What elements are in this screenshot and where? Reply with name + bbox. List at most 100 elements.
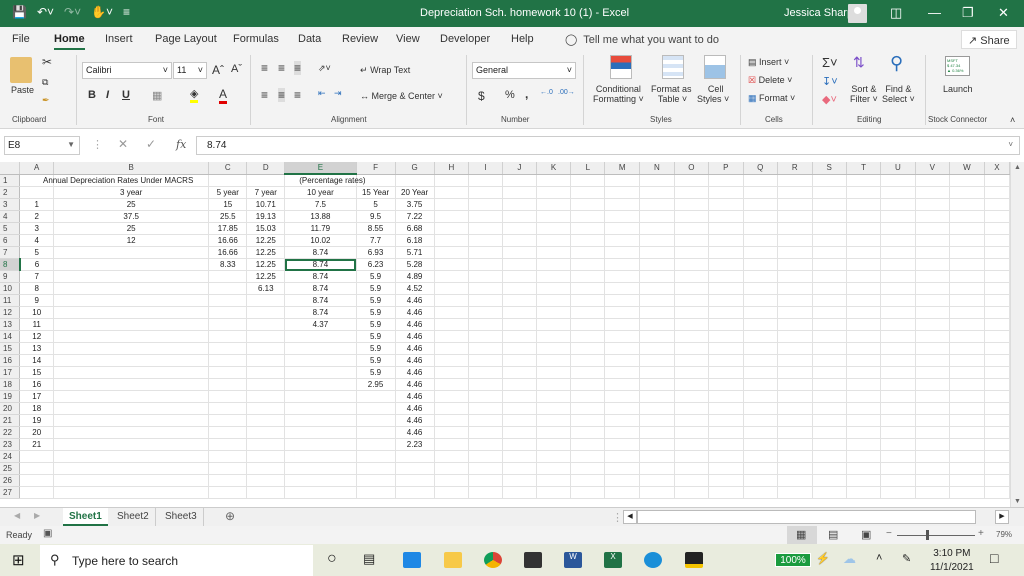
normal-view-button[interactable]: ▦	[787, 526, 817, 544]
cell-m7[interactable]	[604, 246, 641, 259]
cell-r24[interactable]	[777, 450, 813, 463]
cell-i4[interactable]	[468, 210, 503, 223]
cell-c17[interactable]	[208, 366, 248, 379]
cell-d8[interactable]: 12.25	[246, 258, 286, 271]
cell-p4[interactable]	[708, 210, 744, 223]
cell-k25[interactable]	[536, 462, 572, 475]
cell-x8[interactable]	[984, 258, 1010, 271]
cell-p6[interactable]	[708, 234, 744, 247]
cell-i22[interactable]	[468, 426, 503, 439]
cell-e4[interactable]: 13.88	[284, 210, 357, 223]
cell-b13[interactable]	[53, 318, 210, 331]
cell-t17[interactable]	[846, 366, 882, 379]
cell-q11[interactable]	[743, 294, 779, 307]
paste-button[interactable]	[10, 57, 32, 83]
cell-l21[interactable]	[570, 414, 606, 427]
cell-x11[interactable]	[984, 294, 1010, 307]
cell-v27[interactable]	[915, 486, 951, 499]
cell-a20[interactable]: 18	[19, 402, 54, 415]
cell-i13[interactable]	[468, 318, 503, 331]
cell-d15[interactable]	[246, 342, 286, 355]
system-clock[interactable]: 3:10 PM 11/1/2021	[930, 547, 974, 575]
row-header[interactable]: 24	[0, 450, 21, 463]
format-cells-button[interactable]: ▦ Format ˅	[748, 93, 795, 104]
cell-g3[interactable]: 3.75	[395, 198, 435, 211]
cell-m22[interactable]	[604, 426, 641, 439]
column-header-d[interactable]: D	[246, 162, 286, 175]
cell-v9[interactable]	[915, 270, 951, 283]
cell-b25[interactable]	[53, 462, 210, 475]
cell-s1[interactable]	[812, 174, 847, 187]
cell-j12[interactable]	[502, 306, 537, 319]
cell-f4[interactable]: 9.5	[356, 210, 396, 223]
cell-p25[interactable]	[708, 462, 744, 475]
cell-k8[interactable]	[536, 258, 572, 271]
cell-w26[interactable]	[949, 474, 985, 487]
cell-e8[interactable]: 8.74	[284, 258, 357, 271]
cell-g24[interactable]	[395, 450, 435, 463]
cell-o22[interactable]	[674, 426, 710, 439]
decrease-indent-icon[interactable]: ⇤	[318, 88, 326, 99]
cell-n3[interactable]	[639, 198, 675, 211]
fill-color-icon[interactable]: ◈	[190, 87, 199, 103]
cell-k16[interactable]	[536, 354, 572, 367]
cell-i9[interactable]	[468, 270, 503, 283]
cell-s10[interactable]	[812, 282, 847, 295]
cell-n12[interactable]	[639, 306, 675, 319]
cell-p5[interactable]	[708, 222, 744, 235]
cell-x7[interactable]	[984, 246, 1010, 259]
cell-m2[interactable]	[604, 186, 641, 199]
tab-insert[interactable]: Insert	[105, 33, 133, 45]
cell-p24[interactable]	[708, 450, 744, 463]
redo-icon[interactable]: ↷˅	[64, 5, 81, 19]
cell-h5[interactable]	[434, 222, 470, 235]
cell-j5[interactable]	[502, 222, 537, 235]
cell-k22[interactable]	[536, 426, 572, 439]
cell-t22[interactable]	[846, 426, 882, 439]
cell-s18[interactable]	[812, 378, 847, 391]
cell-t15[interactable]	[846, 342, 882, 355]
cell-a27[interactable]	[19, 486, 54, 499]
column-header-k[interactable]: K	[536, 162, 572, 175]
cell-g12[interactable]: 4.46	[395, 306, 435, 319]
cell-d14[interactable]	[246, 330, 286, 343]
cell-v20[interactable]	[915, 402, 951, 415]
cell-k10[interactable]	[536, 282, 572, 295]
cell-g13[interactable]: 4.46	[395, 318, 435, 331]
cell-v6[interactable]	[915, 234, 951, 247]
cell-a11[interactable]: 9	[19, 294, 54, 307]
cell-x21[interactable]	[984, 414, 1010, 427]
cell-h25[interactable]	[434, 462, 470, 475]
cell-o8[interactable]	[674, 258, 710, 271]
cell-l18[interactable]	[570, 378, 606, 391]
cell-e10[interactable]: 8.74	[284, 282, 357, 295]
increase-font-icon[interactable]: Aˆ	[212, 63, 224, 77]
cell-g18[interactable]: 4.46	[395, 378, 435, 391]
cell-f11[interactable]: 5.9	[356, 294, 396, 307]
cell-q9[interactable]	[743, 270, 779, 283]
delete-cells-button[interactable]: ☒ Delete ˅	[748, 75, 792, 86]
vertical-scrollbar[interactable]: ▲ ▼	[1010, 162, 1024, 507]
page-layout-view-icon[interactable]: ▤	[828, 528, 838, 541]
cell-b22[interactable]	[53, 426, 210, 439]
cell-c1[interactable]	[208, 174, 248, 187]
bottom-align-icon[interactable]: ≡	[294, 61, 302, 75]
cell-b20[interactable]	[53, 402, 210, 415]
cell-n7[interactable]	[639, 246, 675, 259]
cell-m14[interactable]	[604, 330, 641, 343]
cell-w15[interactable]	[949, 342, 985, 355]
cell-s17[interactable]	[812, 366, 847, 379]
cell-o25[interactable]	[674, 462, 710, 475]
column-header-p[interactable]: P	[708, 162, 744, 175]
cell-k4[interactable]	[536, 210, 572, 223]
cell-i16[interactable]	[468, 354, 503, 367]
cell-e17[interactable]	[284, 366, 357, 379]
cell-n14[interactable]	[639, 330, 675, 343]
cell-s21[interactable]	[812, 414, 847, 427]
italic-button[interactable]: I	[106, 89, 109, 101]
cell-f27[interactable]	[356, 486, 396, 499]
cell-t11[interactable]	[846, 294, 882, 307]
cell-i7[interactable]	[468, 246, 503, 259]
cell-l5[interactable]	[570, 222, 606, 235]
cell-g11[interactable]: 4.46	[395, 294, 435, 307]
